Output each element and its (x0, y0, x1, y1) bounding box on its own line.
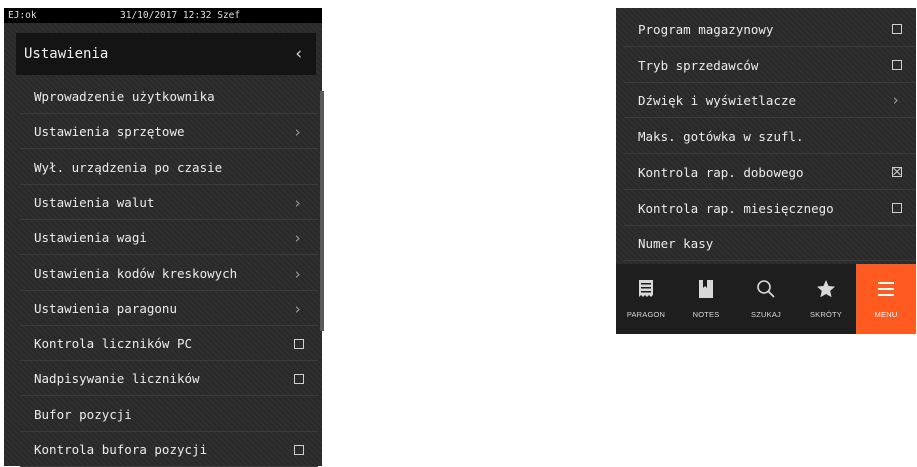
settings-header: Ustawienia ‹ (16, 33, 316, 75)
tab-label: PARAGON (626, 310, 666, 319)
back-chevron-icon[interactable]: ‹ (294, 33, 304, 75)
menu-item-label: Ustawienia paragonu (34, 300, 177, 316)
notebook-icon (676, 278, 736, 300)
menu-item-wyl-urzadzenia-po-czasie[interactable]: Wył. urządzenia po czasie (20, 151, 318, 185)
checkbox-checked[interactable] (892, 166, 902, 177)
status-bar: EJ:ok 31/10/2017 12:32 Szef (4, 8, 322, 23)
chevron-right-icon: › (292, 264, 302, 283)
menu-item-wprowadzenie-uzytkownika[interactable]: Wprowadzenie użytkownika (20, 80, 318, 114)
hamburger-menu-icon (856, 278, 916, 300)
menu-item-ustawienia-wagi[interactable]: Ustawienia wagi › (20, 221, 318, 256)
tab-label: SKRÓTY (809, 310, 843, 319)
settings-screen-left: EJ:ok 31/10/2017 12:32 Szef Ustawienia ‹… (4, 8, 324, 467)
menu-item-label: Numer kasy (638, 236, 714, 252)
search-icon (736, 278, 796, 300)
tab-label: SZUKAJ (751, 310, 781, 319)
menu-item-ustawienia-sprzetowe[interactable]: Ustawienia sprzętowe › (20, 115, 318, 150)
tab-paragon[interactable]: PARAGON (616, 264, 676, 334)
receipt-icon (616, 278, 676, 300)
tab-menu[interactable]: MENU (856, 264, 916, 334)
menu-item-maks-gotowka-w-szufl[interactable]: Maks. gotówka w szufl. (624, 119, 916, 155)
settings-screen-right: Program magazynowy Tryb sprzedawców Dźwięk… (616, 8, 916, 334)
menu-item-label: Wył. urządzenia po czasie (34, 159, 223, 175)
checkbox-unchecked[interactable] (294, 339, 304, 350)
menu-item-numer-kasy[interactable]: Numer kasy (624, 226, 916, 262)
menu-item-kontrola-licznikow-pc[interactable]: Kontrola liczników PC (20, 327, 318, 362)
menu-item-label: Maks. gotówka w szufl. (638, 129, 804, 145)
menu-item-label: Tryb sprzedawców (638, 57, 759, 73)
menu-item-program-magazynowy[interactable]: Program magazynowy (624, 12, 916, 47)
menu-item-ustawienia-walut[interactable]: Ustawienia walut › (20, 186, 318, 220)
chevron-right-icon: › (890, 91, 900, 110)
menu-item-kontrola-rap-miesiecznego[interactable]: Kontrola rap. miesięcznego (624, 191, 916, 226)
menu-item-label: Kontrola rap. dobowego (638, 164, 804, 180)
menu-item-kontrola-bufora-pozycji[interactable]: Kontrola bufora pozycji (20, 433, 318, 467)
menu-item-label: Nadpisywanie liczników (34, 371, 200, 387)
status-ej: EJ:ok (8, 10, 37, 21)
chevron-right-icon: › (292, 229, 302, 248)
menu-item-ustawienia-paragonu[interactable]: Ustawienia paragonu › (20, 292, 318, 326)
menu-item-label: Ustawienia sprzętowe (34, 124, 185, 140)
menu-item-tryb-sprzedawcow[interactable]: Tryb sprzedawców (624, 48, 916, 83)
star-icon (796, 278, 856, 300)
status-datetime-user: 31/10/2017 12:32 Szef (120, 10, 241, 21)
menu-item-kontrola-rap-dobowego[interactable]: Kontrola rap. dobowego (624, 155, 916, 190)
menu-item-nadpisywanie-licznikow[interactable]: Nadpisywanie liczników (20, 362, 318, 397)
menu-item-ustawienia-kodow-kreskowych[interactable]: Ustawienia kodów kreskowych › (20, 257, 318, 291)
tab-label: MENU (874, 310, 898, 319)
menu-item-label: Kontrola bufora pozycji (34, 442, 208, 457)
menu-item-label: Kontrola rap. miesięcznego (638, 200, 834, 216)
tab-label: NOTES (692, 310, 720, 319)
menu-item-label: Dźwięk i wyświetlacze (638, 93, 797, 109)
menu-item-label: Program magazynowy (638, 22, 774, 37)
tab-szukaj[interactable]: SZUKAJ (736, 264, 796, 334)
menu-item-bufor-pozycji[interactable]: Bufor pozycji (20, 398, 318, 432)
checkbox-unchecked[interactable] (294, 445, 304, 455)
scrollbar[interactable] (320, 91, 324, 331)
checkbox-unchecked[interactable] (892, 59, 902, 70)
checkbox-unchecked[interactable] (892, 24, 902, 34)
menu-item-label: Kontrola liczników PC (34, 336, 193, 352)
menu-item-label: Ustawienia kodów kreskowych (34, 265, 238, 281)
checkbox-unchecked[interactable] (892, 202, 902, 213)
menu-item-label: Wprowadzenie użytkownika (34, 89, 215, 104)
chevron-right-icon: › (292, 299, 302, 318)
bottom-tab-bar: PARAGON NOTES SZUKAJ SKRÓTY MENU (616, 264, 916, 334)
menu-item-label: Ustawienia wagi (34, 230, 147, 246)
tab-skroty[interactable]: SKRÓTY (796, 264, 856, 334)
chevron-right-icon: › (292, 123, 302, 142)
chevron-right-icon: › (292, 193, 302, 212)
checkbox-unchecked[interactable] (294, 374, 304, 385)
menu-item-dzwiek-i-wyswietlacze[interactable]: Dźwięk i wyświetlacze › (624, 83, 916, 119)
menu-item-label: Ustawienia walut (34, 194, 155, 210)
menu-item-label: Bufor pozycji (34, 406, 132, 422)
page-title: Ustawienia (24, 46, 109, 62)
tab-notes[interactable]: NOTES (676, 264, 736, 334)
